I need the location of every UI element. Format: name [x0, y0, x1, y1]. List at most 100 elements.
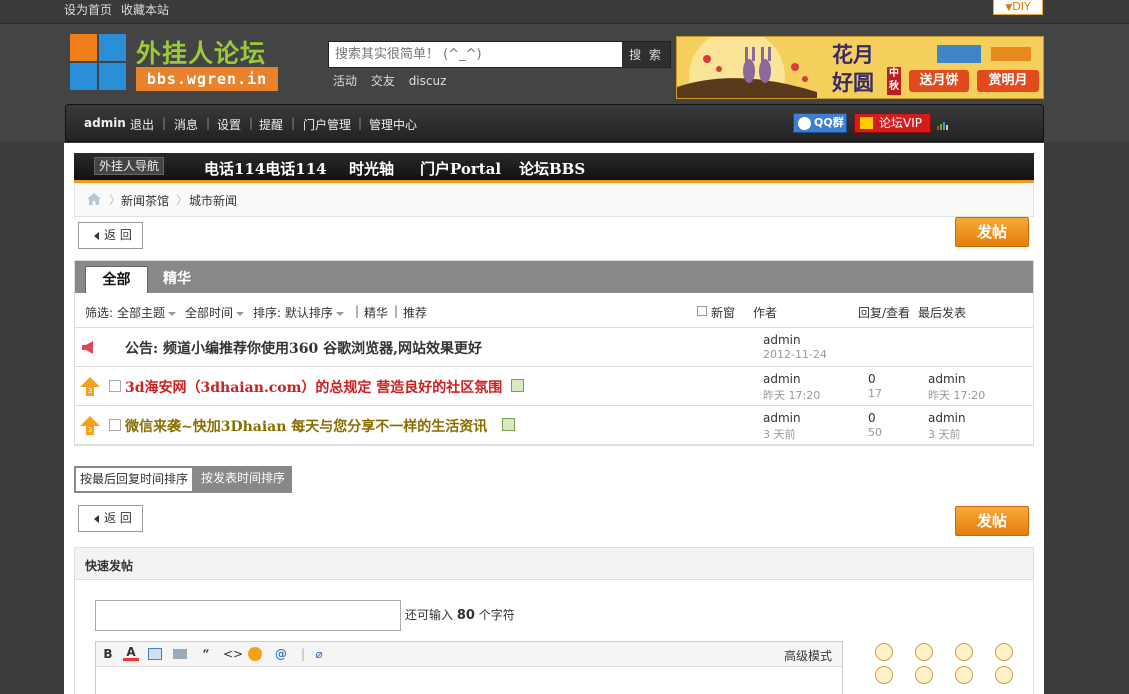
hotword-link[interactable]: 活动 — [333, 74, 357, 88]
thread-author[interactable]: admin — [763, 372, 801, 386]
quick-post-title: 快速发帖 — [85, 559, 134, 573]
hotword-link[interactable]: discuz — [409, 74, 447, 88]
username-link[interactable]: admin — [84, 116, 126, 130]
post-editor[interactable]: B A “ <> @ | ⌀ 高级模式 — [95, 641, 843, 694]
thread-author[interactable]: admin — [763, 411, 801, 425]
filter-time-dropdown[interactable]: 全部时间 — [185, 304, 245, 321]
new-window-checkbox[interactable] — [697, 306, 707, 316]
set-homepage-link[interactable]: 设为首页 — [64, 1, 112, 18]
image-icon[interactable] — [148, 648, 162, 660]
emoji-icon[interactable] — [995, 643, 1013, 661]
last-post-user[interactable]: admin — [928, 372, 966, 386]
mention-icon[interactable]: @ — [273, 646, 289, 662]
filter-topic-label: 全部主题 — [117, 306, 166, 320]
sort-order-tabs: 按最后回复时间排序 按发表时间排序 — [74, 466, 292, 493]
messages-link[interactable]: 消息 — [174, 116, 198, 133]
quick-post-header: 快速发帖 — [75, 548, 1033, 580]
remaining-prefix: 还可输入 — [405, 608, 454, 622]
subnav-item-timeline[interactable]: 时光轴 — [349, 158, 394, 179]
emoji-icon[interactable] — [955, 666, 973, 684]
breadcrumb-item-city-news[interactable]: 城市新闻 — [189, 192, 237, 209]
breadcrumb: 〉 新闻茶馆 〉 城市新闻 — [74, 183, 1034, 217]
thread-row[interactable]: 3 3d海安网（3dhaian.com）的总规定 营造良好的社区氛围 admin… — [75, 367, 1033, 406]
mid-autumn-banner[interactable]: 花月 好圆 中秋 送月饼 赏明月 — [676, 36, 1044, 99]
tab-all[interactable]: 全部 — [85, 266, 148, 294]
smiley-icon[interactable] — [248, 647, 262, 661]
back-button-top[interactable]: 返 回 — [78, 222, 143, 249]
last-post-time[interactable]: 昨天 17:20 — [928, 387, 985, 403]
sort-by-post-time-tab[interactable]: 按发表时间排序 — [194, 466, 292, 493]
home-icon[interactable] — [87, 193, 101, 205]
emoji-icon[interactable] — [915, 666, 933, 684]
thread-select-checkbox[interactable] — [109, 380, 121, 392]
forum-vip-label: 论坛VIP — [879, 116, 922, 130]
forum-vip-button[interactable]: 论坛VIP — [854, 113, 931, 133]
image-attachment-icon — [502, 418, 515, 431]
thread-select-checkbox[interactable] — [109, 419, 121, 431]
editor-toolbar: B A “ <> @ | ⌀ 高级模式 — [96, 642, 842, 667]
filter-time-label: 全部时间 — [185, 306, 234, 320]
thread-title[interactable]: 微信来袭~快加3Dhaian 每天与您分享不一样的生活资讯 — [125, 416, 487, 436]
new-post-button-bottom[interactable]: 发帖 — [955, 506, 1029, 536]
attachment-icon[interactable]: ⌀ — [311, 646, 327, 662]
code-icon[interactable]: <> — [223, 646, 243, 662]
filter-topic-dropdown[interactable]: 全部主题 — [117, 304, 177, 321]
banner-button-mooncake[interactable]: 送月饼 — [909, 70, 969, 92]
site-nav-tag[interactable]: 外挂人导航 — [94, 157, 165, 175]
back-button-bottom[interactable]: 返 回 — [78, 505, 143, 532]
font-color-icon[interactable]: A — [123, 646, 139, 661]
link-icon[interactable] — [173, 649, 187, 659]
post-subject-input[interactable] — [95, 600, 401, 631]
sort-by-last-reply-tab[interactable]: 按最后回复时间排序 — [74, 466, 194, 493]
logout-link[interactable]: 退出 — [130, 116, 154, 133]
new-window-label: 新窗 — [711, 306, 736, 320]
filter-label: 筛选: — [85, 306, 114, 320]
thread-views: 50 — [868, 426, 882, 439]
emoji-icon[interactable] — [995, 666, 1013, 684]
diy-button[interactable]: ▼DIY — [993, 0, 1043, 15]
thread-row-announcement[interactable]: 公告: 频道小编推荐你使用360 谷歌浏览器,网站效果更好 admin 2012… — [75, 328, 1033, 367]
thread-title[interactable]: 3d海安网（3dhaian.com）的总规定 营造良好的社区氛围 — [125, 377, 502, 397]
thread-row[interactable]: 3 微信来袭~快加3Dhaian 每天与您分享不一样的生活资讯 admin 3 … — [75, 406, 1033, 445]
search-input[interactable] — [329, 42, 621, 67]
qq-group-button[interactable]: QQ群 — [793, 113, 847, 133]
breadcrumb-item-news-teahouse[interactable]: 新闻茶馆 — [121, 192, 169, 209]
last-post-time[interactable]: 3 天前 — [928, 426, 961, 442]
subnav-item-portal[interactable]: 门户Portal — [420, 158, 501, 179]
emoji-icon[interactable] — [875, 643, 893, 661]
subnav-item-phone114[interactable]: 电话114电话114 — [204, 158, 327, 179]
last-post-user[interactable]: admin — [928, 411, 966, 425]
site-logo[interactable]: 外挂人论坛 bbs.wgren.in — [70, 34, 280, 94]
admin-center-link[interactable]: 管理中心 — [369, 116, 417, 133]
advanced-mode-link[interactable]: 高级模式 — [784, 647, 832, 664]
reminders-link[interactable]: 提醒 — [259, 116, 283, 133]
nav-separator: | — [291, 116, 296, 130]
color-bars-icon[interactable] — [937, 122, 951, 130]
subnav-item-bbs[interactable]: 论坛BBS — [519, 158, 585, 179]
new-post-button-top[interactable]: 发帖 — [955, 217, 1029, 247]
remaining-chars: 还可输入 80 个字符 — [405, 606, 515, 623]
thread-title[interactable]: 公告: 频道小编推荐你使用360 谷歌浏览器,网站效果更好 — [125, 338, 482, 358]
quote-icon[interactable]: “ — [198, 646, 214, 662]
emoji-icon[interactable] — [875, 666, 893, 684]
quick-post-panel: 快速发帖 还可输入 80 个字符 B A “ <> @ | ⌀ 高级模式 — [74, 547, 1034, 694]
bold-icon[interactable]: B — [100, 646, 116, 662]
portal-admin-link[interactable]: 门户管理 — [303, 116, 351, 133]
search-button[interactable]: 搜 索 — [622, 42, 670, 67]
sort-dropdown[interactable]: 排序: 默认排序 — [253, 304, 344, 321]
bookmark-link[interactable]: 收藏本站 — [121, 1, 169, 18]
tab-digest[interactable]: 精华 — [163, 268, 191, 288]
caret-down-icon — [236, 311, 245, 316]
caret-down-icon — [168, 311, 177, 316]
filter-digest-link[interactable]: 精华 — [364, 304, 388, 321]
filter-recommend-link[interactable]: 推荐 — [403, 304, 427, 321]
banner-button-moon[interactable]: 赏明月 — [977, 70, 1039, 92]
emoji-icon[interactable] — [915, 643, 933, 661]
nav-separator: | — [249, 116, 254, 130]
diy-label: DIY — [1012, 0, 1031, 13]
thread-author[interactable]: admin — [763, 333, 801, 347]
emoji-icon[interactable] — [955, 643, 973, 661]
hotword-link[interactable]: 交友 — [371, 74, 395, 88]
penguin-icon — [798, 117, 811, 130]
settings-link[interactable]: 设置 — [217, 116, 241, 133]
